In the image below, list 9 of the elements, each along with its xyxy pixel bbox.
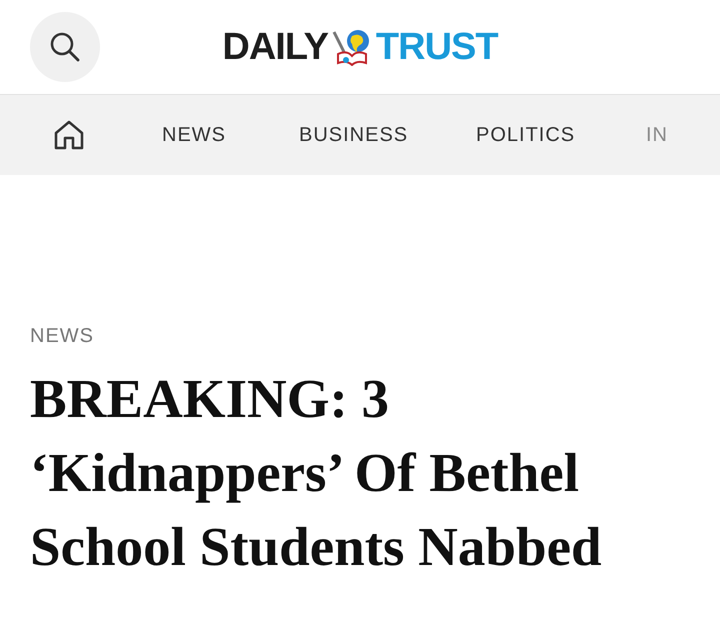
home-icon[interactable] — [52, 118, 86, 152]
search-icon — [49, 31, 81, 63]
logo-text: TRUST — [376, 26, 498, 68]
headline: BREAKING: 3 ‘Kidnappers’ Of Bethel School Students Nabbed — [30, 367, 603, 579]
logo-text: DAILY — [222, 26, 328, 68]
nav-link[interactable]: BUSINESS — [299, 124, 408, 146]
category-label: NEWS — [30, 325, 95, 348]
nav-link[interactable]: NEWS — [162, 124, 226, 146]
nav-link[interactable]: POLITICS — [476, 124, 576, 146]
